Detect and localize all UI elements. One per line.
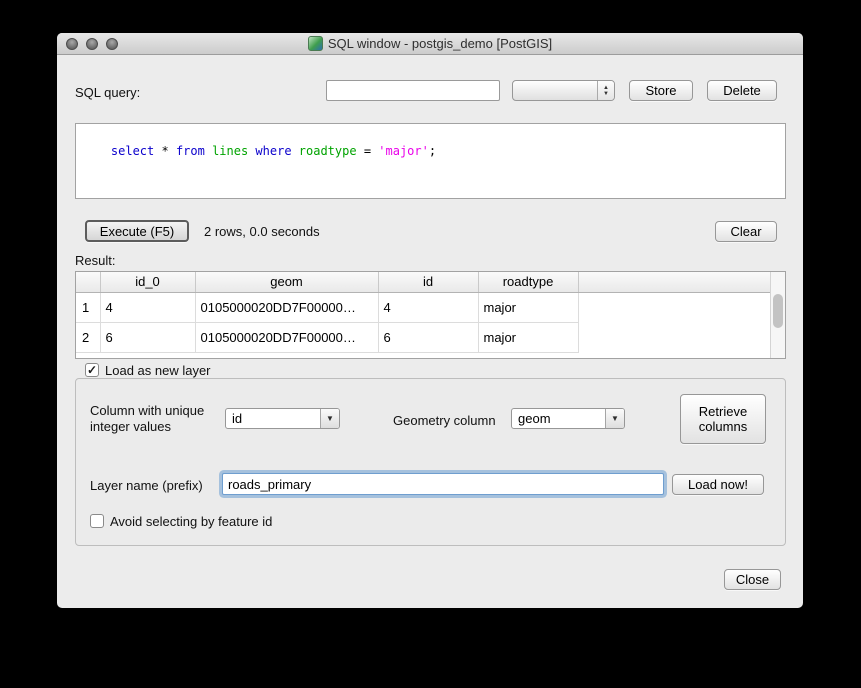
table-row: 1 4 0105000020DD7F00000… 4 major bbox=[76, 292, 772, 322]
result-label: Result: bbox=[75, 253, 115, 268]
unique-column-label: Column with unique integer values bbox=[90, 403, 222, 435]
sql-token-operator: = bbox=[364, 144, 378, 158]
query-preset-dropdown[interactable]: ▲ ▼ bbox=[512, 80, 615, 101]
unique-column-dropdown[interactable]: id ▼ bbox=[225, 408, 340, 429]
minimize-window-button[interactable] bbox=[86, 38, 98, 50]
layer-name-label: Layer name (prefix) bbox=[90, 478, 203, 493]
load-as-new-layer-label[interactable]: Load as new layer bbox=[105, 363, 211, 378]
load-as-new-layer-checkbox[interactable]: ✓ bbox=[85, 363, 99, 377]
cell-roadtype[interactable]: major bbox=[478, 292, 578, 322]
table-header-row: id_0 geom id roadtype bbox=[76, 272, 772, 292]
sql-token-string: 'major' bbox=[378, 144, 429, 158]
unique-column-value: id bbox=[226, 411, 320, 426]
sql-token-operator: * bbox=[161, 144, 175, 158]
result-table: id_0 geom id roadtype 1 4 0105000020DD7F… bbox=[76, 272, 773, 353]
checkmark-icon: ✓ bbox=[87, 364, 97, 376]
cell-roadtype[interactable]: major bbox=[478, 322, 578, 352]
vertical-scrollbar[interactable] bbox=[770, 272, 785, 358]
geometry-column-label: Geometry column bbox=[393, 413, 496, 428]
sql-query-label: SQL query: bbox=[75, 85, 140, 100]
sql-token-identifier: roadtype bbox=[299, 144, 364, 158]
query-status-text: 2 rows, 0.0 seconds bbox=[204, 224, 320, 239]
cell-id_0[interactable]: 4 bbox=[100, 292, 195, 322]
close-button[interactable]: Close bbox=[724, 569, 781, 590]
sql-window: SQL window - postgis_demo [PostGIS] SQL … bbox=[57, 33, 803, 608]
chevron-down-icon: ▼ bbox=[605, 409, 624, 428]
column-header-id_0[interactable]: id_0 bbox=[100, 272, 195, 292]
sql-token-keyword: select bbox=[111, 144, 162, 158]
row-number-cell[interactable]: 1 bbox=[76, 292, 100, 322]
retrieve-columns-button[interactable]: Retrieve columns bbox=[680, 394, 766, 444]
avoid-selecting-label[interactable]: Avoid selecting by feature id bbox=[110, 514, 272, 529]
window-title-area: SQL window - postgis_demo [PostGIS] bbox=[308, 36, 552, 51]
store-button[interactable]: Store bbox=[629, 80, 693, 101]
stepper-down-icon: ▼ bbox=[603, 91, 609, 97]
clear-button[interactable]: Clear bbox=[715, 221, 777, 242]
chevron-down-icon: ▼ bbox=[320, 409, 339, 428]
table-row: 2 6 0105000020DD7F00000… 6 major bbox=[76, 322, 772, 352]
corner-header-cell bbox=[76, 272, 100, 292]
sql-editor[interactable]: select * from lines where roadtype = 'ma… bbox=[75, 123, 786, 199]
cell-filler bbox=[578, 292, 772, 322]
stepper-arrows-icon: ▲ ▼ bbox=[597, 81, 614, 100]
sql-token-identifier: lines bbox=[212, 144, 255, 158]
row-number-cell[interactable]: 2 bbox=[76, 322, 100, 352]
layer-name-input[interactable] bbox=[222, 473, 664, 495]
cell-id[interactable]: 6 bbox=[378, 322, 478, 352]
zoom-window-button[interactable] bbox=[106, 38, 118, 50]
sql-token-keyword: where bbox=[255, 144, 298, 158]
cell-filler bbox=[578, 322, 772, 352]
query-name-input[interactable] bbox=[326, 80, 500, 101]
result-table-container: id_0 geom id roadtype 1 4 0105000020DD7F… bbox=[75, 271, 786, 359]
sql-token-punctuation: ; bbox=[429, 144, 436, 158]
delete-button[interactable]: Delete bbox=[707, 80, 777, 101]
titlebar[interactable]: SQL window - postgis_demo [PostGIS] bbox=[57, 33, 803, 55]
column-header-id[interactable]: id bbox=[378, 272, 478, 292]
column-header-filler bbox=[578, 272, 772, 292]
load-now-button[interactable]: Load now! bbox=[672, 474, 764, 495]
window-controls bbox=[66, 38, 118, 50]
cell-id_0[interactable]: 6 bbox=[100, 322, 195, 352]
scrollbar-thumb[interactable] bbox=[773, 294, 783, 328]
window-title: SQL window - postgis_demo [PostGIS] bbox=[328, 36, 552, 51]
cell-id[interactable]: 4 bbox=[378, 292, 478, 322]
geometry-column-dropdown[interactable]: geom ▼ bbox=[511, 408, 625, 429]
column-header-geom[interactable]: geom bbox=[195, 272, 378, 292]
column-header-roadtype[interactable]: roadtype bbox=[478, 272, 578, 292]
cell-geom[interactable]: 0105000020DD7F00000… bbox=[195, 292, 378, 322]
cell-geom[interactable]: 0105000020DD7F00000… bbox=[195, 322, 378, 352]
close-window-button[interactable] bbox=[66, 38, 78, 50]
avoid-selecting-checkbox[interactable] bbox=[90, 514, 104, 528]
sql-window-icon bbox=[308, 36, 323, 51]
geometry-column-value: geom bbox=[512, 411, 605, 426]
sql-token-keyword: from bbox=[176, 144, 212, 158]
execute-button[interactable]: Execute (F5) bbox=[85, 220, 189, 242]
